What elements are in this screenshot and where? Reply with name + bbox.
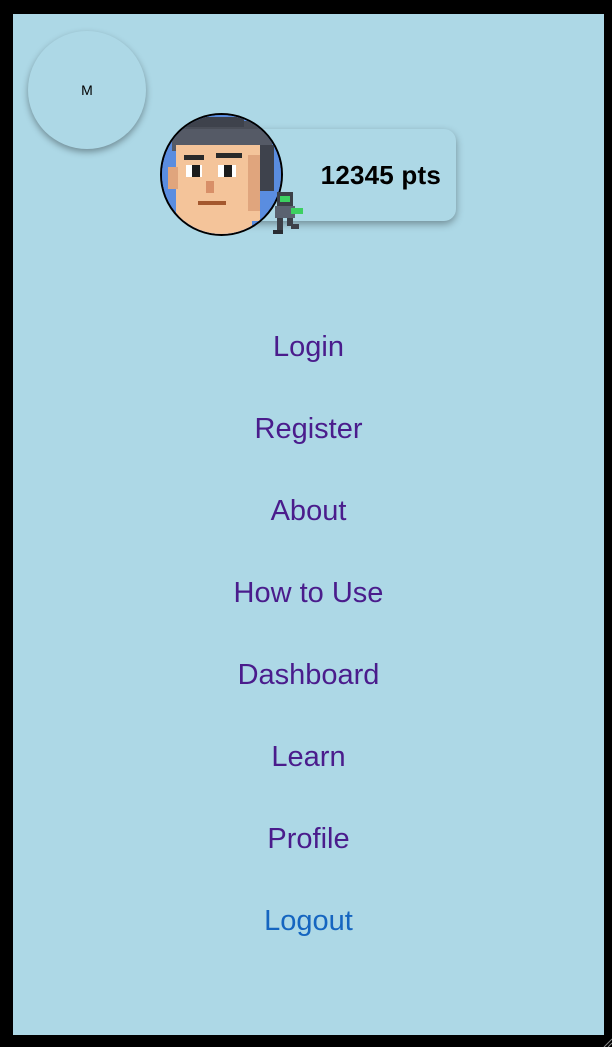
menu-toggle-label: M bbox=[81, 82, 93, 98]
nav-item-register: Register bbox=[13, 388, 604, 470]
nav-item-learn: Learn bbox=[13, 716, 604, 798]
nav-link-login[interactable]: Login bbox=[273, 331, 344, 364]
nav-item-dashboard: Dashboard bbox=[13, 634, 604, 716]
nav-item-login: Login bbox=[13, 306, 604, 388]
nav-item-logout: Logout bbox=[13, 880, 604, 962]
nav-item-how-to-use: How to Use bbox=[13, 552, 604, 634]
nav-item-about: About bbox=[13, 470, 604, 552]
nav-link-register[interactable]: Register bbox=[255, 413, 363, 446]
menu-toggle-button[interactable]: M bbox=[28, 31, 146, 149]
resize-grip-icon[interactable] bbox=[602, 1037, 612, 1047]
pixel-art-face-avatar-icon bbox=[162, 115, 281, 234]
nav-link-dashboard[interactable]: Dashboard bbox=[238, 659, 380, 692]
side-menu-panel: M 12345 pts Login Register About How to … bbox=[13, 14, 604, 1035]
nav-link-learn[interactable]: Learn bbox=[271, 741, 345, 774]
nav-link-about[interactable]: About bbox=[271, 495, 347, 528]
points-value: 12345 pts bbox=[320, 160, 441, 190]
nav-menu: Login Register About How to Use Dashboar… bbox=[13, 306, 604, 962]
avatar[interactable] bbox=[160, 113, 283, 236]
nav-link-logout[interactable]: Logout bbox=[264, 905, 353, 938]
nav-link-how-to-use[interactable]: How to Use bbox=[234, 577, 384, 610]
nav-item-profile: Profile bbox=[13, 798, 604, 880]
nav-link-profile[interactable]: Profile bbox=[267, 823, 349, 856]
pixel-robot-sprite-icon bbox=[273, 192, 303, 234]
